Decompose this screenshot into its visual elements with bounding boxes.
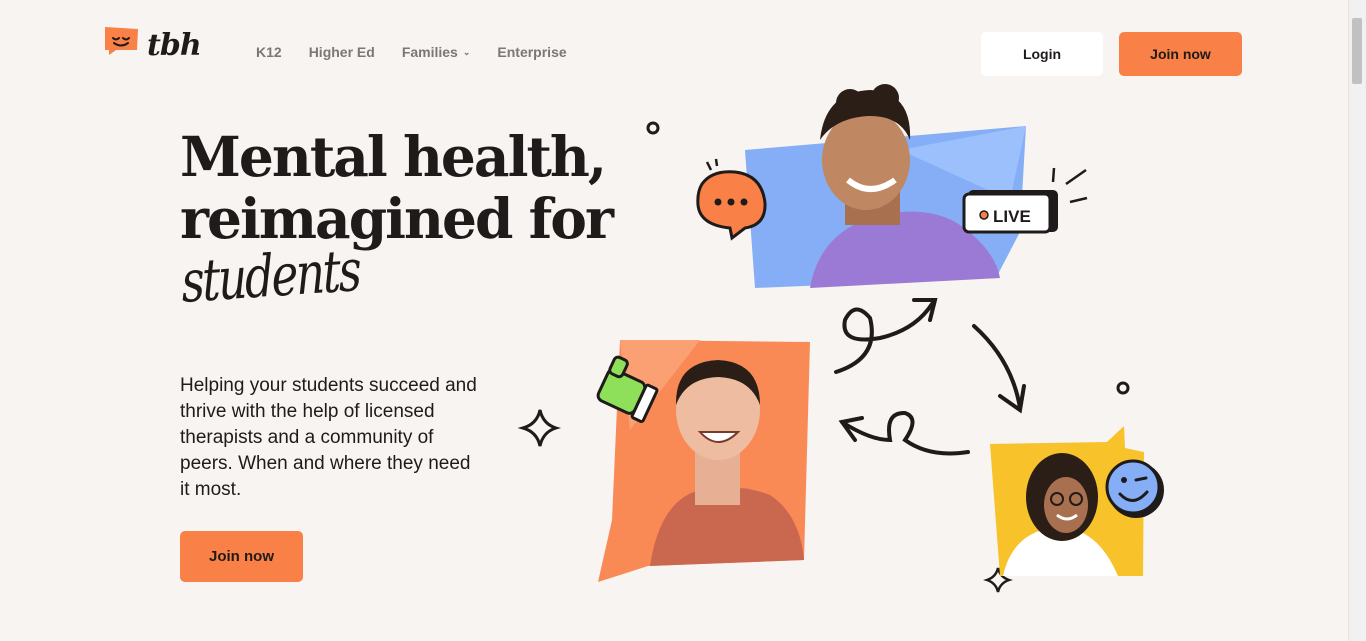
- tbh-logo[interactable]: tbh: [104, 24, 204, 70]
- student-photo-left: [598, 340, 810, 582]
- thumbs-up-icon: [596, 355, 659, 424]
- main-nav: K12 Higher Ed Families ⌄ Enterprise: [256, 44, 594, 60]
- nav-item-label: Enterprise: [497, 44, 567, 60]
- hero-headline: Mental health, reimagined for: [180, 124, 614, 251]
- nav-item-k12[interactable]: K12: [256, 44, 282, 60]
- sparkle-icon: [517, 409, 562, 447]
- nav-item-label: Families: [401, 44, 458, 60]
- nav-item-families[interactable]: Families ⌄: [402, 44, 471, 60]
- student-photo-top: [745, 84, 1026, 288]
- nav-item-label: K12: [256, 44, 282, 60]
- scrollbar-thumb[interactable]: [1352, 18, 1362, 84]
- headline-line-2: reimagined for: [180, 186, 614, 251]
- logo-chat-icon: [105, 27, 138, 55]
- headline-script-word: students: [180, 236, 361, 316]
- curly-arrow-icon: [834, 298, 1026, 456]
- wink-emoji-icon: [1105, 459, 1164, 518]
- join-now-header-button[interactable]: Join now: [1119, 32, 1242, 76]
- logo-wordmark: tbh: [147, 28, 202, 63]
- live-badge-icon: LIVE: [962, 167, 1088, 234]
- join-now-hero-button[interactable]: Join now: [180, 531, 303, 582]
- sparkle-icon: [983, 567, 1013, 593]
- live-label: LIVE: [993, 207, 1031, 226]
- nav-item-higher-ed[interactable]: Higher Ed: [309, 44, 375, 60]
- hero-subtext: Helping your students succeed and thrive…: [180, 375, 477, 500]
- nav-item-label: Higher Ed: [308, 44, 375, 60]
- headline-line-1: Mental health,: [180, 124, 607, 189]
- nav-item-enterprise[interactable]: Enterprise: [497, 44, 566, 60]
- ring-icon: [1116, 381, 1130, 395]
- chevron-down-icon: ⌄: [462, 46, 471, 57]
- student-photo-right: [990, 426, 1144, 576]
- ring-icon: [646, 121, 660, 135]
- chat-bubble-icon: [696, 158, 767, 241]
- page-scrollbar[interactable]: [1348, 0, 1366, 641]
- login-button[interactable]: Login: [981, 32, 1103, 76]
